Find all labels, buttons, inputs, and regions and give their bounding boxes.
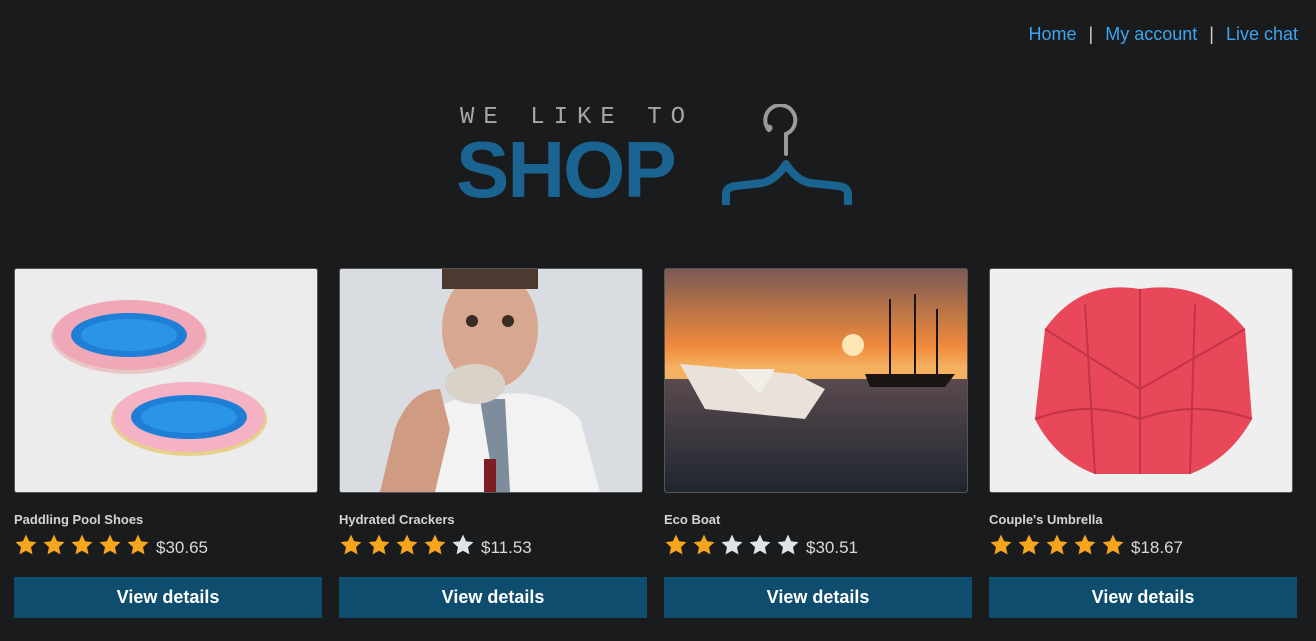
star-filled-icon xyxy=(127,534,149,555)
star-filled-icon xyxy=(1018,534,1040,555)
top-navigation: Home | My account | Live chat xyxy=(1029,24,1298,45)
star-filled-icon xyxy=(1074,534,1096,555)
star-filled-icon xyxy=(340,534,362,555)
product-image-eco-boat[interactable] xyxy=(664,268,968,493)
star-icons xyxy=(14,533,154,557)
star-filled-icon xyxy=(990,534,1012,555)
product-name[interactable]: Couple's Umbrella xyxy=(989,512,1103,527)
product-price: $30.51 xyxy=(806,538,858,557)
product-card: Hydrated Crackers $11.53 View details xyxy=(339,268,647,618)
star-icons xyxy=(989,533,1129,557)
my-account-link[interactable]: My account xyxy=(1105,24,1197,45)
star-empty-icon xyxy=(777,534,799,555)
view-details-button[interactable]: View details xyxy=(989,577,1297,618)
star-filled-icon xyxy=(43,534,65,555)
star-filled-icon xyxy=(396,534,418,555)
product-price: $18.67 xyxy=(1131,538,1183,557)
shop-logo: WE LIKE TO SHOP xyxy=(456,100,858,214)
product-card: Couple's Umbrella $18.67 View details xyxy=(989,268,1297,618)
product-card: Eco Boat $30.51 View details xyxy=(664,268,972,618)
nav-separator: | xyxy=(1088,24,1094,44)
star-filled-icon xyxy=(1046,534,1068,555)
star-filled-icon xyxy=(99,534,121,555)
product-name[interactable]: Hydrated Crackers xyxy=(339,512,455,527)
product-price: $30.65 xyxy=(156,538,208,557)
star-empty-icon xyxy=(452,534,474,555)
live-chat-link[interactable]: Live chat xyxy=(1226,24,1298,45)
star-filled-icon xyxy=(665,534,687,555)
star-filled-icon xyxy=(368,534,390,555)
view-details-button[interactable]: View details xyxy=(339,577,647,618)
star-filled-icon xyxy=(15,534,37,555)
star-icons xyxy=(339,533,479,557)
star-rating: $30.51 xyxy=(664,532,858,558)
product-name[interactable]: Paddling Pool Shoes xyxy=(14,512,143,527)
view-details-button[interactable]: View details xyxy=(14,577,322,618)
hanger-icon xyxy=(722,104,852,205)
star-rating: $18.67 xyxy=(989,532,1183,558)
star-filled-icon xyxy=(71,534,93,555)
star-filled-icon xyxy=(424,534,446,555)
product-name[interactable]: Eco Boat xyxy=(664,512,720,527)
star-filled-icon xyxy=(693,534,715,555)
logo-wordmark: SHOP xyxy=(456,125,677,214)
product-card: Paddling Pool Shoes $30.65 View details xyxy=(14,268,322,618)
home-link[interactable]: Home xyxy=(1029,24,1077,45)
star-empty-icon xyxy=(721,534,743,555)
star-rating: $30.65 xyxy=(14,532,208,558)
star-icons xyxy=(664,533,804,557)
product-image-paddling-pool[interactable] xyxy=(14,268,318,493)
product-image-hydrated-crackers[interactable] xyxy=(339,268,643,493)
star-empty-icon xyxy=(749,534,771,555)
view-details-button[interactable]: View details xyxy=(664,577,972,618)
star-rating: $11.53 xyxy=(339,532,532,558)
nav-separator: | xyxy=(1209,24,1214,44)
star-filled-icon xyxy=(1102,534,1124,555)
product-image-couples-umbrella[interactable] xyxy=(989,268,1293,493)
product-price: $11.53 xyxy=(481,538,532,557)
